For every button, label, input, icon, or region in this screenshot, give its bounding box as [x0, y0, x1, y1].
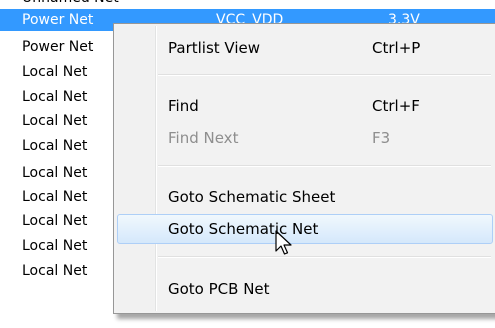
- net-name: Local Net: [22, 89, 88, 105]
- menu-item-shortcut: Ctrl+F: [372, 97, 420, 115]
- menu-item-label: Find: [168, 97, 199, 115]
- net-row-cut[interactable]: Unnamed Net: [0, 0, 495, 9]
- net-name: Local Net: [22, 238, 88, 254]
- menu-icon-gutter: [116, 26, 154, 311]
- menu-item-shortcut: Ctrl+P: [372, 39, 421, 57]
- net-name: Unnamed Net: [22, 0, 119, 9]
- gutter-divider-highlight: [156, 26, 157, 311]
- menu-item-goto-pcb-net[interactable]: Goto PCB Net: [116, 273, 493, 305]
- menu-item-goto-schematic-net[interactable]: Goto Schematic Net: [116, 213, 493, 245]
- menu-item-find-next: Find Next F3: [116, 122, 493, 154]
- menu-item-label: Find Next: [168, 129, 239, 147]
- net-name: Power Net: [22, 12, 94, 28]
- menu-item-label: Goto Schematic Net: [168, 220, 319, 238]
- net-name: Local Net: [22, 165, 88, 181]
- menu-item-label: Goto PCB Net: [168, 280, 270, 298]
- net-name: Local Net: [22, 189, 88, 205]
- net-name: Local Net: [22, 213, 88, 229]
- net-name: Local Net: [22, 64, 88, 80]
- net-name: Local Net: [22, 138, 88, 154]
- menu-item-label: Partlist View: [168, 39, 261, 57]
- net-name: Power Net: [22, 39, 94, 55]
- menu-separator: [158, 74, 491, 76]
- net-name: Local Net: [22, 263, 88, 279]
- context-menu: Partlist View Ctrl+P Find Ctrl+F Find Ne…: [113, 23, 495, 314]
- menu-separator: [158, 256, 491, 258]
- menu-item-goto-schematic-sheet[interactable]: Goto Schematic Sheet: [116, 181, 493, 213]
- menu-item-shortcut: F3: [372, 129, 391, 147]
- menu-item-partlist-view[interactable]: Partlist View Ctrl+P: [116, 32, 493, 64]
- menu-item-find[interactable]: Find Ctrl+F: [116, 90, 493, 122]
- menu-separator: [158, 165, 491, 167]
- menu-item-label: Goto Schematic Sheet: [168, 188, 336, 206]
- net-name: Local Net: [22, 113, 88, 129]
